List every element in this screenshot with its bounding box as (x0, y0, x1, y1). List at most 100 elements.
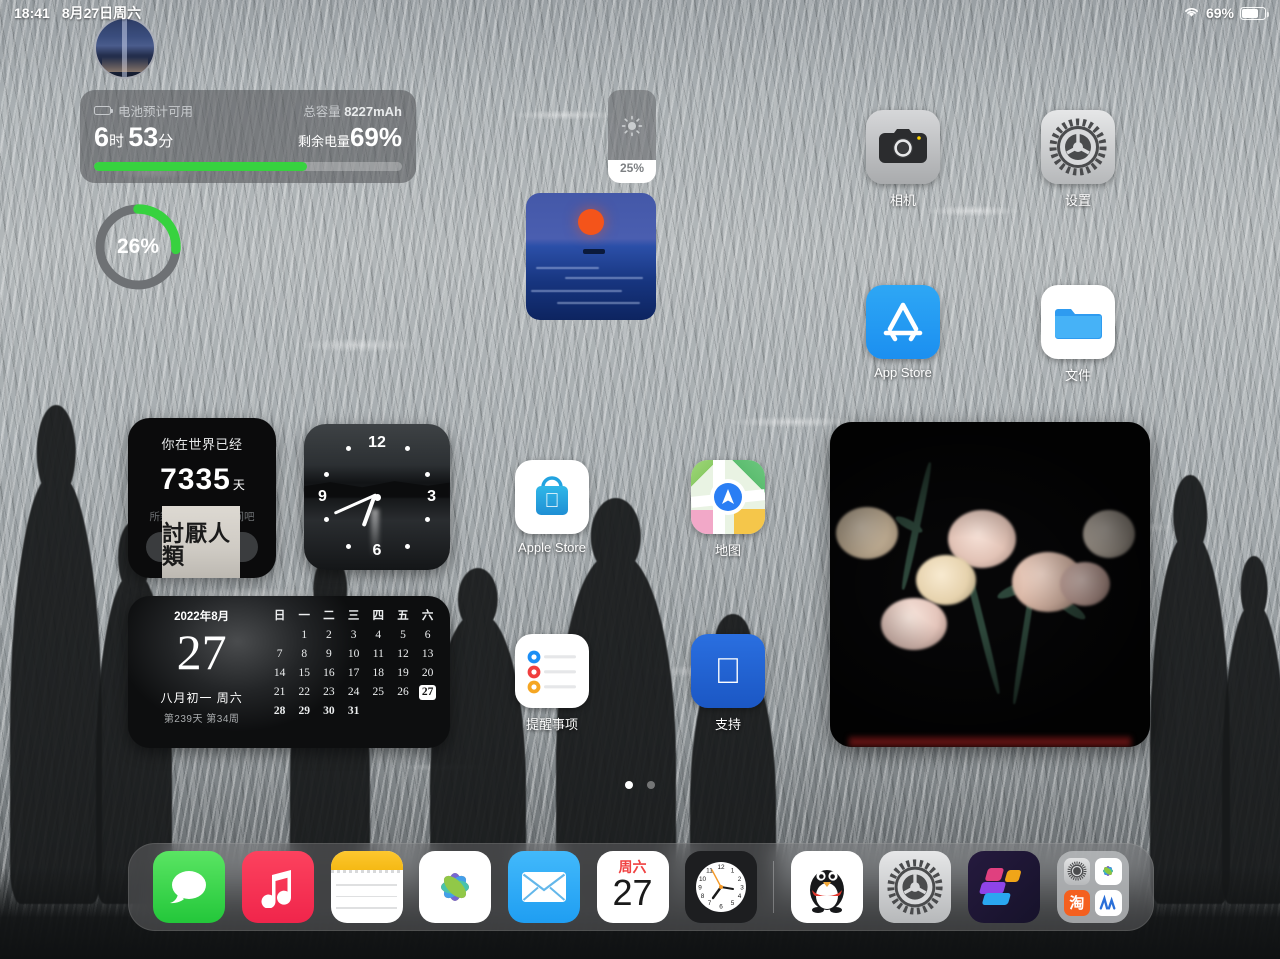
sun-orb (578, 209, 604, 235)
photo-bottom-glow (849, 737, 1131, 747)
calendar-day-cell[interactable]: 14 (267, 666, 292, 681)
calendar-day-cell[interactable]: 31 (341, 704, 366, 719)
calendar-day-cell[interactable]: 24 (341, 685, 366, 700)
clock-tick-dot (346, 445, 352, 451)
calendar-day-cell[interactable]: 21 (267, 685, 292, 700)
app-files[interactable]: 文件 (1030, 285, 1126, 384)
app-label: 文件 (1064, 368, 1091, 383)
calendar-day-cell[interactable]: 28 (267, 704, 292, 719)
dock-item-messages[interactable] (145, 851, 234, 923)
svg-text:12: 12 (718, 864, 726, 871)
days-widget-title: 你在世界已经 (161, 437, 243, 452)
maps-icon (691, 460, 765, 534)
svg-text:10: 10 (699, 876, 707, 883)
wave-line (531, 289, 623, 292)
calendar-day-cell[interactable]: 9 (317, 647, 342, 662)
app-support[interactable]:  支持 (680, 634, 776, 733)
calendar-day-cell[interactable]: 2 (317, 628, 342, 643)
calendar-day-cell[interactable]: 13 (415, 647, 440, 662)
days-alive-widget[interactable]: 你在世界已经 7335天 所剩不多，珍惜时间吧 干 97896 顿饭 討厭人類 (128, 418, 276, 578)
calendar-day-cell[interactable]: 1 (292, 628, 317, 643)
dock-item-settings[interactable] (871, 851, 960, 923)
calendar-day-cell[interactable]: 22 (292, 685, 317, 700)
settings-gear-icon (879, 851, 952, 923)
calendar-widget-left: 2022年8月 27 八月初一 周六 第239天 第34周 (128, 596, 263, 748)
photo-widget-roses[interactable] (830, 422, 1150, 747)
calendar-day-cell[interactable]: 23 (317, 685, 342, 700)
status-date: 8月27日周六 (61, 5, 142, 21)
calendar-lunar-date: 八月初一 周六 (160, 690, 243, 705)
wifi-icon (1183, 5, 1200, 21)
avatar (94, 17, 156, 79)
sunset-photo-tile[interactable] (526, 193, 656, 320)
dock: 周六 27 12 1 2 345 678 9 10 11 淘 (128, 843, 1154, 931)
calendar-day-cell[interactable]: 15 (292, 666, 317, 681)
calendar-day-cell[interactable]: 12 (391, 647, 416, 662)
dock-item-clock[interactable]: 12 1 2 345 678 9 10 11 (677, 851, 766, 923)
app-label: 提醒事项 (525, 717, 578, 732)
calendar-day-cell[interactable]: 19 (391, 666, 416, 681)
calendar-day-cell[interactable]: 4 (366, 628, 391, 643)
photo-vignette (830, 422, 1150, 747)
app-apple-store[interactable]:  Apple Store (504, 460, 600, 555)
calendar-day-cell[interactable]: 27 (419, 685, 437, 700)
wave-line (557, 302, 641, 305)
overlay-photo-text: 討厭人類 (162, 506, 240, 578)
calendar-app-icon: 周六 27 (596, 851, 669, 923)
calendar-day-cell[interactable]: 18 (366, 666, 391, 681)
calendar-day-cell[interactable]: 8 (292, 647, 317, 662)
dock-item-mail[interactable] (500, 851, 589, 923)
brightness-sun-icon (620, 114, 644, 143)
battery-estimate-label: 电池预计可用 (118, 105, 194, 119)
calendar-day-cell[interactable]: 16 (317, 666, 342, 681)
music-icon (241, 851, 314, 923)
app-app-store[interactable]: App Store (855, 285, 951, 380)
wave-line (565, 276, 643, 279)
app-settings[interactable]: 设置 (1030, 110, 1126, 209)
calendar-day-cell[interactable]: 30 (317, 704, 342, 719)
app-label: 支持 (714, 717, 741, 732)
calendar-day-cell[interactable]: 17 (341, 666, 366, 681)
boat-shape (583, 248, 606, 254)
analog-clock-widget[interactable]: 12 3 6 9 (304, 424, 450, 570)
clock-tick-dot (404, 445, 410, 451)
battery-tile[interactable]: 电池预计可用 总容量 8227mAh 6时 53分 剩余电量69% (80, 90, 416, 183)
app-label: App Store (874, 365, 932, 380)
brightness-slider[interactable]: 25% (608, 90, 656, 183)
clock-tick-dot (324, 517, 330, 523)
folder-mini-app (1095, 889, 1122, 916)
svg-text:4: 4 (738, 893, 742, 900)
dock-item-notes[interactable] (322, 851, 411, 923)
dock-item-music[interactable] (234, 851, 323, 923)
page-indicator[interactable] (0, 781, 1280, 789)
app-reminders[interactable]: 提醒事项 (504, 634, 600, 733)
calendar-weekday-header: 四 (372, 610, 385, 622)
calendar-day-cell[interactable]: 26 (391, 685, 416, 700)
dock-item-folder[interactable]: 淘 (1048, 851, 1137, 923)
calendar-day-cell[interactable]: 10 (341, 647, 366, 662)
calendar-day-cell[interactable]: 25 (366, 685, 391, 700)
calendar-day-cell[interactable]: 3 (341, 628, 366, 643)
calendar-day-cell[interactable]: 20 (415, 666, 440, 681)
page-dot[interactable] (647, 781, 655, 789)
battery-hours-unit: 时 (109, 133, 125, 150)
app-maps[interactable]: 地图 (680, 460, 776, 559)
calendar-day-cell[interactable]: 7 (267, 647, 292, 662)
calendar-day-cell[interactable]: 29 (292, 704, 317, 719)
dock-item-shortcuts[interactable] (960, 851, 1049, 923)
notes-icon (330, 851, 403, 923)
clock-tick-dot (404, 543, 410, 549)
calendar-day-cell[interactable]: 11 (366, 647, 391, 662)
dock-item-calendar[interactable]: 周六 27 (588, 851, 677, 923)
dock-item-photos[interactable] (411, 851, 500, 923)
calendar-empty-cell (391, 704, 416, 719)
qq-penguin-icon (790, 851, 863, 923)
page-dot-active[interactable] (625, 781, 633, 789)
folder-mini-taobao: 淘 (1063, 889, 1091, 916)
dock-item-qq[interactable] (782, 851, 871, 923)
calendar-day-cell[interactable]: 5 (391, 628, 416, 643)
calendar-widget[interactable]: 2022年8月 27 八月初一 周六 第239天 第34周 日一二三四五六123… (128, 596, 450, 748)
app-camera[interactable]: 相机 (855, 110, 951, 209)
calendar-day-cell[interactable]: 6 (415, 628, 440, 643)
clock-numeral-6: 6 (372, 542, 382, 559)
